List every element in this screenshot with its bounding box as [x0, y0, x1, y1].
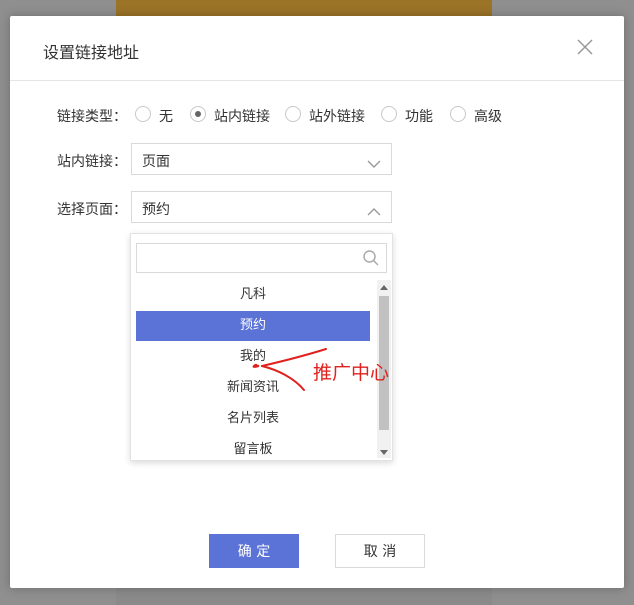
dialog-header: 设置链接地址 — [10, 16, 624, 81]
scroll-up-arrow-icon[interactable] — [377, 280, 391, 294]
radio-label: 无 — [159, 109, 173, 125]
close-icon[interactable] — [576, 38, 594, 56]
confirm-button[interactable]: 确 定 — [209, 534, 299, 568]
dropdown-search-input[interactable] — [137, 244, 357, 272]
radio-label: 高级 — [474, 109, 502, 125]
radio-label: 功能 — [405, 109, 433, 125]
radio-circle — [381, 106, 397, 122]
internal-link-label: 站内链接： — [57, 154, 127, 170]
radio-circle — [190, 106, 206, 122]
radio-circle — [135, 106, 151, 122]
select-page-value: 预约 — [142, 202, 170, 218]
dropdown-item[interactable]: 名片列表 — [136, 404, 370, 434]
background-footer — [116, 588, 492, 605]
radio-circle — [285, 106, 301, 122]
radio-label: 站外链接 — [309, 109, 365, 125]
dropdown-search-box — [136, 243, 387, 273]
dropdown-item[interactable]: 留言板 — [136, 435, 370, 460]
radio-circle — [450, 106, 466, 122]
link-type-label: 链接类型： — [57, 109, 127, 125]
radio-label: 站内链接 — [214, 109, 270, 125]
chevron-up-icon — [367, 202, 381, 216]
annotation-label: 推广中心 — [313, 362, 390, 384]
select-page-label: 选择页面： — [57, 202, 127, 218]
scroll-down-arrow-icon[interactable] — [377, 444, 391, 458]
search-icon[interactable] — [362, 249, 380, 267]
dropdown-item[interactable]: 凡科 — [136, 280, 370, 310]
select-page-select[interactable]: 预约 — [131, 191, 392, 223]
radio-selected-dot — [195, 111, 201, 117]
cancel-button[interactable]: 取 消 — [335, 534, 425, 568]
dialog-title: 设置链接地址 — [43, 43, 140, 62]
link-settings-dialog: 设置链接地址 链接类型： 无 站内链接 站外链接 功能 高级 站内链接： 页面 … — [10, 16, 624, 588]
chevron-down-icon — [367, 154, 381, 168]
internal-link-select[interactable]: 页面 — [131, 143, 392, 175]
internal-link-value: 页面 — [142, 154, 170, 170]
